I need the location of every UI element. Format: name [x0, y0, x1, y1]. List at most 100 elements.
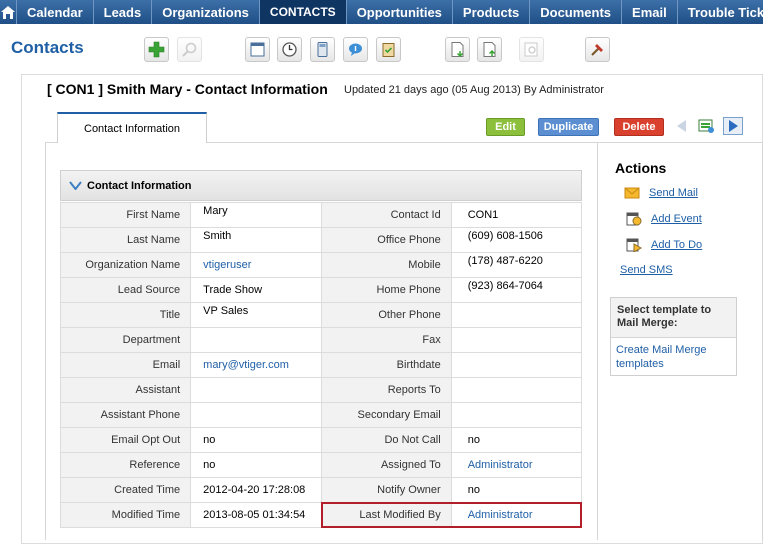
tab-leads[interactable]: Leads: [94, 0, 153, 24]
search-icon: [182, 42, 197, 57]
field-label: First Name: [59, 202, 192, 228]
field-value: [190, 402, 322, 428]
field-label: Office Phone: [320, 227, 452, 253]
clipboard-icon: [382, 43, 395, 57]
tab-email[interactable]: Email: [622, 0, 678, 24]
field-label: Title: [59, 302, 192, 328]
field-label: Home Phone: [320, 277, 452, 303]
record-updated-info: Updated 21 days ago (05 Aug 2013) By Adm…: [344, 84, 604, 96]
field-value: mary@vtiger.com: [190, 352, 322, 378]
field-value: CON1: [450, 202, 583, 228]
calculator-button[interactable]: [310, 37, 335, 62]
mail-merge-heading: Select template to Mail Merge:: [611, 298, 736, 338]
calculator-icon: [317, 42, 328, 57]
edit-button[interactable]: Edit: [486, 118, 525, 136]
send-mail-link[interactable]: Send Mail: [649, 187, 698, 199]
field-value: (178) 487-6220: [450, 252, 583, 278]
table-row: Department Fax: [59, 327, 583, 353]
table-row: Created Time 2012-04-20 17:28:08 Notify Ow…: [59, 477, 583, 503]
search-button[interactable]: [177, 37, 202, 62]
send-mail-action[interactable]: Send Mail: [624, 186, 698, 200]
find-duplicates-button[interactable]: [519, 37, 544, 62]
send-sms-link[interactable]: Send SMS: [620, 264, 673, 276]
field-label: Other Phone: [320, 302, 452, 328]
field-value: [450, 302, 583, 328]
table-row: Last Name Smith Office Phone (609) 608-1506: [59, 227, 583, 253]
field-value-link[interactable]: mary@vtiger.com: [203, 359, 289, 371]
field-label: Assigned To: [320, 452, 452, 478]
send-sms-action[interactable]: Send SMS: [620, 264, 673, 276]
field-label: Lead Source: [59, 277, 192, 303]
delete-button[interactable]: Delete: [614, 118, 664, 136]
field-label: Organization Name: [59, 252, 192, 278]
field-label: Mobile: [320, 252, 452, 278]
field-value: [450, 377, 583, 403]
field-label: Department: [59, 327, 192, 353]
section-title: Contact Information: [87, 179, 192, 192]
field-value-link[interactable]: Administrator: [468, 509, 533, 521]
add-todo-link[interactable]: Add To Do: [651, 239, 702, 251]
chat-button[interactable]: [343, 37, 368, 62]
tab-contacts[interactable]: CONTACTS: [259, 0, 347, 24]
field-label: Birthdate: [320, 352, 452, 378]
field-label: Secondary Email: [320, 402, 452, 428]
module-title[interactable]: Contacts: [11, 38, 84, 58]
event-icon: [626, 212, 642, 226]
settings-button[interactable]: [585, 37, 610, 62]
todo-icon: [626, 238, 642, 252]
calendar-button[interactable]: [245, 37, 270, 62]
add-event-link[interactable]: Add Event: [651, 213, 702, 225]
field-value: Administrator: [450, 502, 583, 528]
table-row: Assistant Phone Secondary Email: [59, 402, 583, 428]
envelope-icon: [624, 187, 640, 199]
actions-title: Actions: [615, 160, 667, 176]
home-icon[interactable]: [0, 0, 17, 24]
field-value: [450, 352, 583, 378]
field-value-link[interactable]: Administrator: [468, 459, 533, 471]
field-value: Smith: [190, 227, 322, 253]
import-button[interactable]: [445, 37, 470, 62]
add-event-action[interactable]: Add Event: [626, 212, 702, 226]
create-button[interactable]: [144, 37, 169, 62]
next-record-icon[interactable]: [723, 117, 743, 135]
table-row: Lead Source Trade Show Home Phone (923) 864…: [59, 277, 583, 303]
field-value: 2012-04-20 17:28:08: [190, 477, 322, 503]
field-value: no: [190, 427, 322, 453]
tab-trouble-tickets[interactable]: Trouble Tickets: [678, 0, 763, 24]
field-value: [450, 327, 583, 353]
clock-button[interactable]: [277, 37, 302, 62]
export-icon: [483, 42, 496, 57]
table-row: Modified Time 2013-08-05 01:34:54 Last Mod…: [59, 502, 583, 528]
field-label: Modified Time: [59, 502, 192, 528]
field-label: Assistant: [59, 377, 192, 403]
field-label: Reference: [59, 452, 192, 478]
export-button[interactable]: [477, 37, 502, 62]
field-label: Do Not Call: [320, 427, 452, 453]
clipboard-button[interactable]: [376, 37, 401, 62]
field-value: [190, 377, 322, 403]
field-label: Email Opt Out: [59, 427, 192, 453]
table-row: Organization Name vtigeruser Mobile (178) 4…: [59, 252, 583, 278]
duplicate-button[interactable]: Duplicate: [538, 118, 599, 136]
tab-documents[interactable]: Documents: [530, 0, 623, 24]
field-label: Last Name: [59, 227, 192, 253]
clock-icon: [282, 42, 297, 57]
field-value: Administrator: [450, 452, 583, 478]
tab-products[interactable]: Products: [453, 0, 531, 24]
add-todo-action[interactable]: Add To Do: [626, 238, 702, 252]
field-value: Trade Show: [190, 277, 322, 303]
field-label: Contact Id: [320, 202, 452, 228]
tab-organizations[interactable]: Organizations: [152, 0, 260, 24]
tab-calendar[interactable]: Calendar: [17, 0, 94, 24]
tab-contact-information[interactable]: Contact Information: [57, 112, 207, 143]
previous-record-icon[interactable]: [672, 117, 692, 135]
field-value-link[interactable]: vtigeruser: [203, 259, 251, 271]
field-label: Last Modified By: [320, 502, 452, 528]
field-value: vtigeruser: [190, 252, 322, 278]
tab-opportunities[interactable]: Opportunities: [347, 0, 453, 24]
create-mail-merge-templates-link[interactable]: Create Mail Merge templates: [616, 344, 706, 370]
table-row: Reference no Assigned To Administrator: [59, 452, 583, 478]
top-navigation: Calendar Leads Organizations CONTACTS Op…: [0, 0, 763, 24]
record-list-icon[interactable]: [697, 117, 717, 135]
section-header-contact-information[interactable]: Contact Information: [60, 170, 582, 201]
